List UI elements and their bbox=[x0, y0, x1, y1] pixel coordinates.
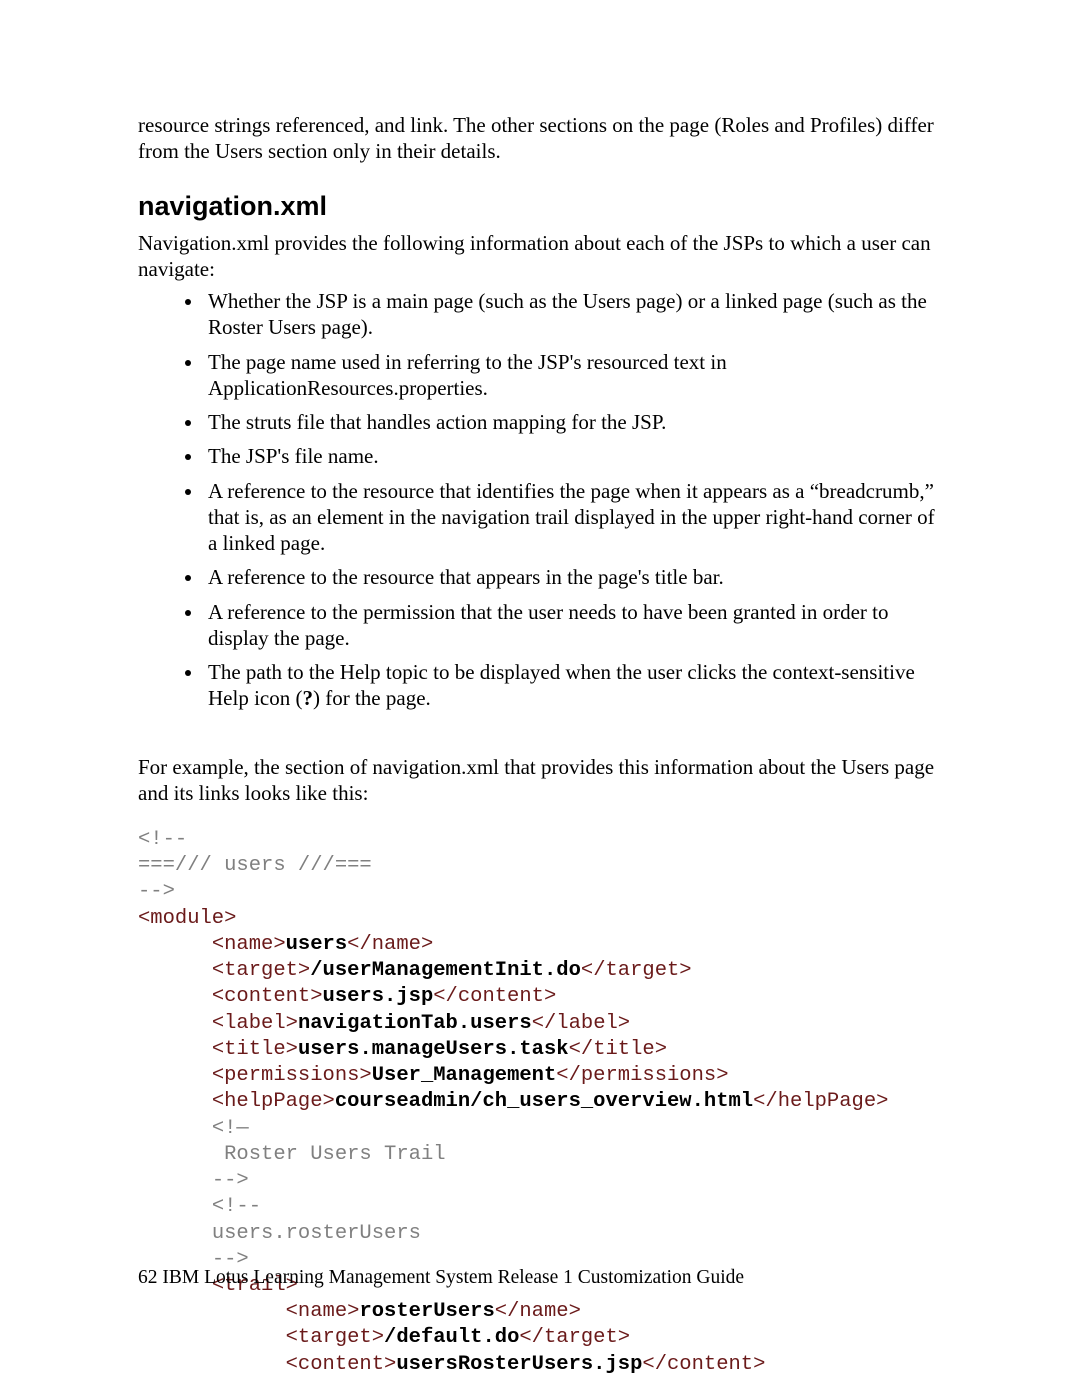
bullet-list: Whether the JSP is a main page (such as … bbox=[138, 288, 942, 712]
code-value: /userManagementInit.do bbox=[310, 959, 581, 982]
code-indent bbox=[138, 1222, 212, 1245]
nav-lead-paragraph: Navigation.xml provides the following in… bbox=[138, 230, 942, 283]
code-tag: <name> bbox=[286, 1300, 360, 1323]
section-heading: navigation.xml bbox=[138, 191, 942, 222]
code-value: User_Management bbox=[372, 1064, 557, 1087]
code-tag: </name> bbox=[495, 1300, 581, 1323]
code-comment: --> bbox=[212, 1169, 249, 1192]
code-tag: <content> bbox=[212, 985, 323, 1008]
example-lead-paragraph: For example, the section of navigation.x… bbox=[138, 754, 942, 807]
code-value: users.jsp bbox=[323, 985, 434, 1008]
code-block: <!-- ===/// users ///=== --> <module> <n… bbox=[138, 827, 942, 1378]
code-indent bbox=[138, 1326, 286, 1349]
list-item: The page name used in referring to the J… bbox=[204, 349, 942, 402]
code-indent bbox=[138, 1195, 212, 1218]
intro-paragraph: resource strings referenced, and link. T… bbox=[138, 112, 942, 165]
list-item-text-b: ) for the page. bbox=[313, 686, 431, 710]
code-tag: </content> bbox=[642, 1353, 765, 1376]
footer-text: IBM Lotus Learning Management System Rel… bbox=[162, 1267, 744, 1288]
code-indent bbox=[138, 1300, 286, 1323]
code-value: users.manageUsers.task bbox=[298, 1038, 569, 1061]
code-value: usersRosterUsers.jsp bbox=[396, 1353, 642, 1376]
code-tag: <name> bbox=[212, 933, 286, 956]
list-item: The struts file that handles action mapp… bbox=[204, 409, 942, 435]
list-item: A reference to the resource that appears… bbox=[204, 564, 942, 590]
code-tag: </content> bbox=[433, 985, 556, 1008]
code-tag: </name> bbox=[347, 933, 433, 956]
page-number: 62 bbox=[138, 1267, 158, 1288]
code-comment: <!-- bbox=[212, 1195, 261, 1218]
document-page: resource strings referenced, and link. T… bbox=[0, 0, 1080, 1397]
code-comment: --> bbox=[138, 880, 175, 903]
code-comment: users.rosterUsers bbox=[212, 1222, 421, 1245]
code-indent bbox=[138, 1353, 286, 1376]
code-tag: <module> bbox=[138, 907, 236, 930]
page-footer: 62 IBM Lotus Learning Management System … bbox=[138, 1267, 744, 1289]
code-value: users bbox=[286, 933, 348, 956]
list-item: The path to the Help topic to be display… bbox=[204, 659, 942, 712]
code-value: /default.do bbox=[384, 1326, 519, 1349]
code-tag: </permissions> bbox=[556, 1064, 728, 1087]
code-indent bbox=[138, 959, 212, 982]
code-tag: <content> bbox=[286, 1353, 397, 1376]
code-tag: <target> bbox=[286, 1326, 384, 1349]
list-item: A reference to the permission that the u… bbox=[204, 599, 942, 652]
code-comment: <!— bbox=[212, 1117, 249, 1140]
code-value: navigationTab.users bbox=[298, 1012, 532, 1035]
code-tag: <title> bbox=[212, 1038, 298, 1061]
list-item: A reference to the resource that identif… bbox=[204, 478, 942, 557]
code-comment: Roster Users Trail bbox=[212, 1143, 446, 1166]
code-indent bbox=[138, 1038, 212, 1061]
code-tag: <target> bbox=[212, 959, 310, 982]
code-indent bbox=[138, 1169, 212, 1192]
code-indent bbox=[138, 933, 212, 956]
code-value: courseadmin/ch_users_overview.html bbox=[335, 1090, 753, 1113]
code-indent bbox=[138, 1117, 212, 1140]
code-tag: </label> bbox=[532, 1012, 630, 1035]
code-indent bbox=[138, 1090, 212, 1113]
code-value: rosterUsers bbox=[359, 1300, 494, 1323]
code-indent bbox=[138, 1012, 212, 1035]
code-tag: </helpPage> bbox=[753, 1090, 888, 1113]
code-tag: </target> bbox=[581, 959, 692, 982]
help-icon-glyph: ? bbox=[302, 686, 313, 710]
code-tag: <label> bbox=[212, 1012, 298, 1035]
code-comment: <!-- bbox=[138, 828, 187, 851]
code-tag: <helpPage> bbox=[212, 1090, 335, 1113]
code-indent bbox=[138, 1143, 212, 1166]
code-indent bbox=[138, 1064, 212, 1087]
code-comment: ===/// users ///=== bbox=[138, 854, 372, 877]
code-indent bbox=[138, 985, 212, 1008]
list-item: The JSP's file name. bbox=[204, 443, 942, 469]
code-tag: <permissions> bbox=[212, 1064, 372, 1087]
list-item: Whether the JSP is a main page (such as … bbox=[204, 288, 942, 341]
code-tag: </target> bbox=[519, 1326, 630, 1349]
code-tag: </title> bbox=[569, 1038, 667, 1061]
